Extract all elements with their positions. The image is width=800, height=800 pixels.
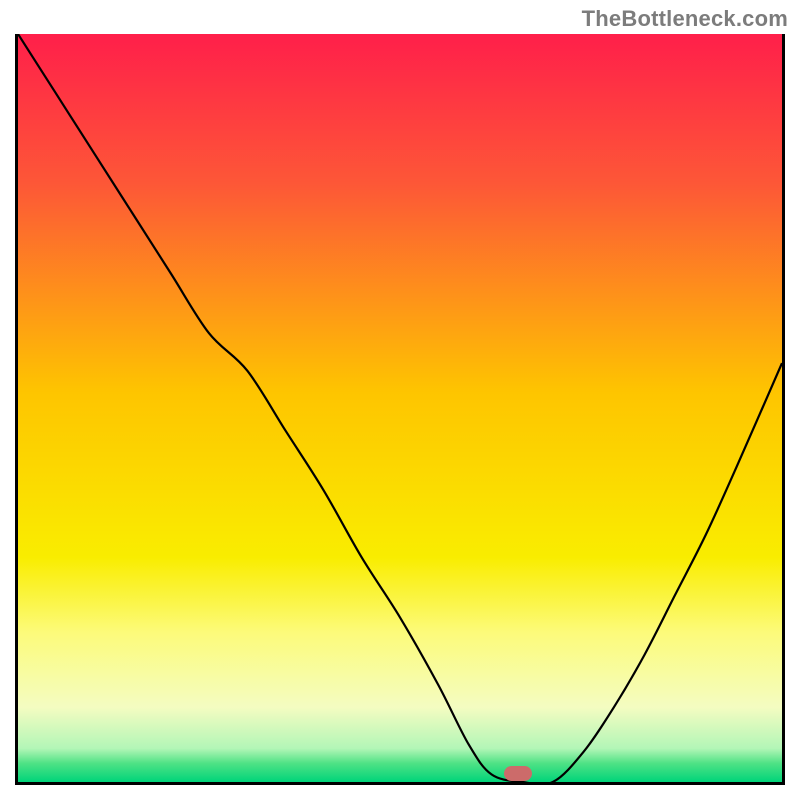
optimal-marker [504,766,532,781]
curve-path [18,34,782,782]
chart-container: TheBottleneck.com [0,0,800,800]
watermark-text: TheBottleneck.com [582,6,788,32]
bottleneck-curve [18,34,782,782]
plot-area [15,34,785,785]
